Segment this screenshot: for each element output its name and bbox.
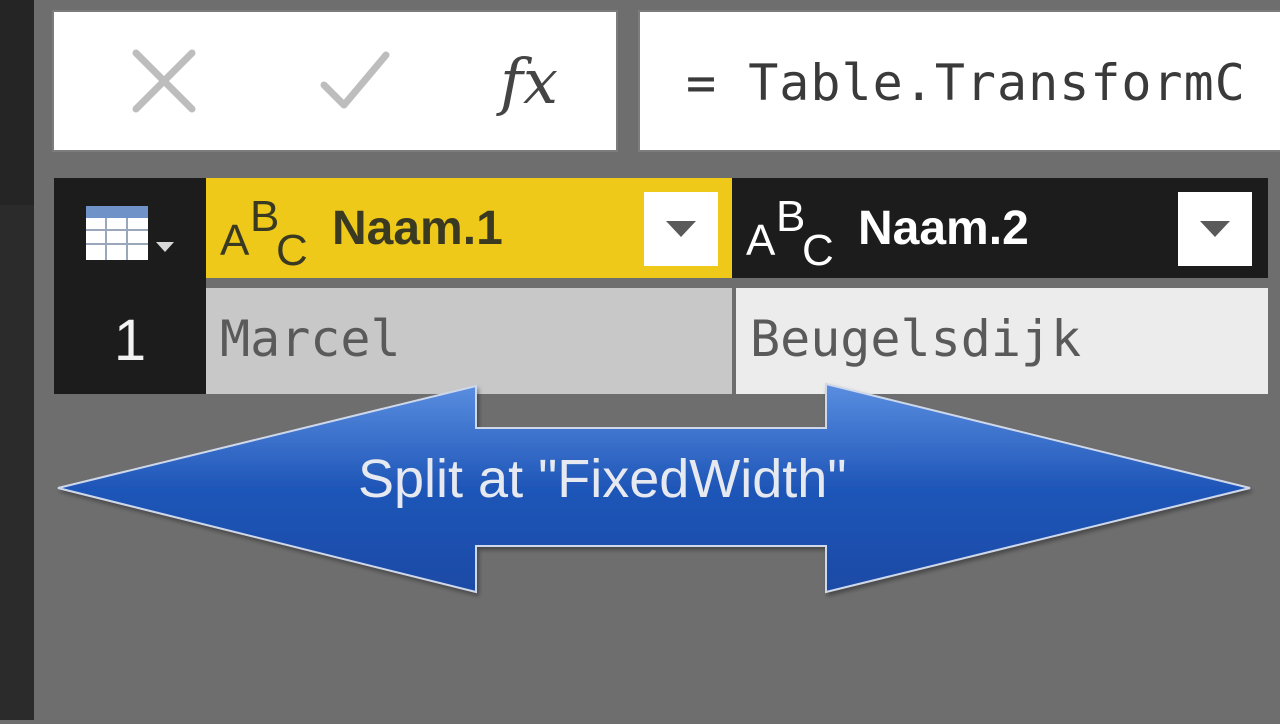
split-annotation: Split at "FixedWidth" bbox=[0, 0, 1280, 720]
double-arrow-icon bbox=[57, 382, 1251, 594]
annotation-label: Split at "FixedWidth" bbox=[358, 449, 847, 509]
